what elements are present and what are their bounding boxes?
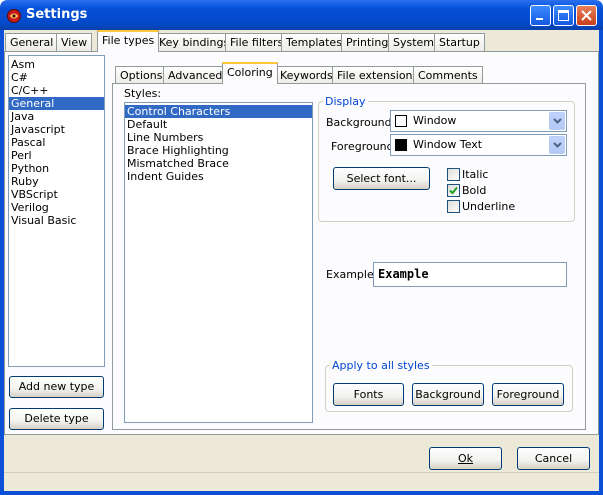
list-item[interactable]: Perl [9, 149, 104, 162]
list-item[interactable]: Pascal [9, 136, 104, 149]
example-label: Example: [326, 268, 378, 281]
tab-coloring[interactable]: Coloring [222, 62, 278, 84]
dropdown-arrow-button[interactable] [549, 112, 565, 130]
foreground-button[interactable]: Foreground [492, 383, 564, 406]
background-label: Background: [326, 116, 396, 129]
cancel-button[interactable]: Cancel [517, 447, 590, 470]
add-new-type-button[interactable]: Add new type [9, 376, 104, 398]
list-item-selected[interactable]: Control Characters [125, 105, 312, 118]
list-item[interactable]: Python [9, 162, 104, 175]
list-item[interactable]: Indent Guides [125, 170, 312, 183]
chevron-down-icon [553, 118, 562, 124]
bottom-separator [4, 472, 599, 473]
tab-system[interactable]: System [388, 33, 440, 51]
background-select[interactable]: Window [390, 110, 567, 132]
minimize-button[interactable] [530, 5, 551, 26]
window-frame-bottom [0, 491, 603, 495]
tab-general[interactable]: General [5, 33, 59, 51]
select-font-button[interactable]: Select font... [333, 167, 430, 190]
settings-window: Settings General View File types Key bin… [0, 0, 603, 495]
list-item[interactable]: Line Numbers [125, 131, 312, 144]
window-title: Settings [26, 7, 88, 22]
tab-key-bindings[interactable]: Key bindings [154, 33, 235, 51]
foreground-select[interactable]: Window Text [390, 134, 567, 156]
italic-checkbox[interactable] [447, 168, 460, 181]
tab-comments[interactable]: Comments [413, 66, 483, 84]
display-group-title: Display [323, 95, 368, 108]
list-item[interactable]: Visual Basic [9, 214, 104, 227]
list-item[interactable]: Default [125, 118, 312, 131]
tab-view[interactable]: View [56, 33, 93, 51]
list-item[interactable]: Javascript [9, 123, 104, 136]
list-item[interactable]: Java [9, 110, 104, 123]
background-button[interactable]: Background [412, 383, 484, 406]
ok-button[interactable]: Ok [429, 447, 502, 470]
check-icon [449, 186, 458, 195]
delete-type-button[interactable]: Delete type [9, 408, 104, 430]
list-item[interactable]: Mismatched Brace [125, 157, 312, 170]
tab-file-types[interactable]: File types [97, 30, 160, 52]
underline-label: Underline [462, 200, 516, 213]
background-value: Window [413, 114, 457, 127]
tab-file-filters[interactable]: File filters [225, 33, 289, 51]
styles-list[interactable]: Control Characters Default Line Numbers … [124, 102, 313, 423]
list-item[interactable]: Verilog [9, 201, 104, 214]
tab-templates[interactable]: Templates [281, 33, 347, 51]
close-icon [581, 10, 592, 21]
window-frame-right [599, 30, 603, 495]
tab-options[interactable]: Options [115, 66, 168, 84]
dropdown-arrow-button[interactable] [549, 136, 565, 154]
tab-printing[interactable]: Printing [341, 33, 394, 51]
background-swatch [395, 115, 407, 127]
tab-file-extensions[interactable]: File extensions [332, 66, 424, 84]
apply-all-group-title: Apply to all styles [330, 359, 432, 372]
bold-checkbox[interactable] [447, 184, 460, 197]
bold-label: Bold [462, 184, 487, 197]
list-item-selected[interactable]: General [9, 97, 104, 110]
tab-startup[interactable]: Startup [434, 33, 485, 51]
file-type-list[interactable]: Asm C# C/C++ General Java Javascript Pas… [8, 55, 105, 367]
underline-checkbox[interactable] [447, 200, 460, 213]
list-item[interactable]: C/C++ [9, 84, 104, 97]
tab-advanced[interactable]: Advanced [163, 66, 228, 84]
maximize-button[interactable] [553, 5, 574, 26]
foreground-label: Foreground: [331, 140, 398, 153]
minimize-icon [536, 18, 543, 20]
list-item[interactable]: Ruby [9, 175, 104, 188]
list-item[interactable]: Brace Highlighting [125, 144, 312, 157]
foreground-swatch [395, 139, 407, 151]
fonts-button[interactable]: Fonts [333, 383, 404, 406]
example-text: Example [378, 267, 429, 281]
foreground-value: Window Text [413, 138, 483, 151]
italic-label: Italic [462, 168, 489, 181]
maximize-icon [558, 10, 569, 21]
title-bar[interactable]: Settings [0, 0, 603, 30]
chevron-down-icon [553, 142, 562, 148]
app-icon [6, 8, 22, 27]
list-item[interactable]: C# [9, 71, 104, 84]
styles-label: Styles: [124, 87, 162, 100]
list-item[interactable]: Asm [9, 58, 104, 71]
list-item[interactable]: VBScript [9, 188, 104, 201]
tab-keywords[interactable]: Keywords [275, 66, 338, 84]
close-button[interactable] [576, 5, 597, 26]
example-preview: Example [373, 262, 567, 287]
